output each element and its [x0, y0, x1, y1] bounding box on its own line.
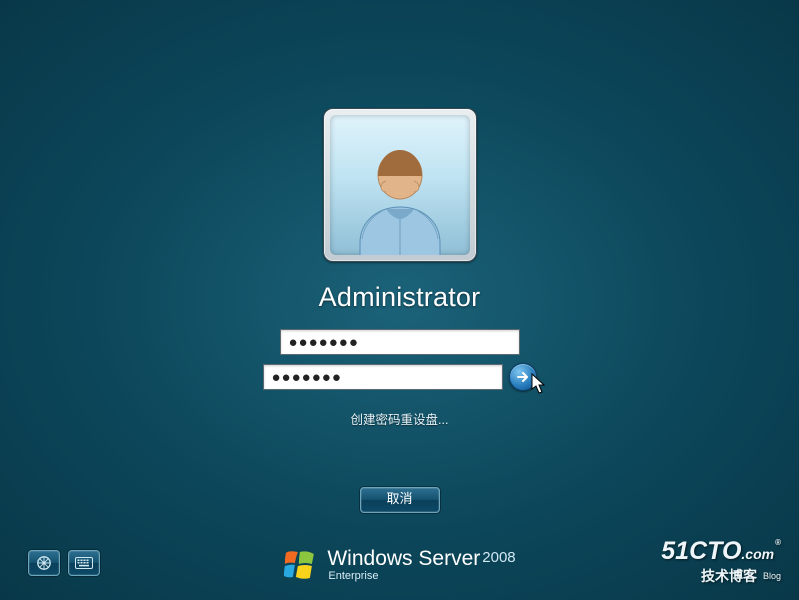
keyboard-icon [75, 557, 93, 569]
on-screen-keyboard-button[interactable] [68, 550, 100, 576]
brand-edition: Enterprise [328, 570, 515, 582]
watermark-site: 51CTO [661, 537, 741, 565]
watermark-registered: ® [775, 538, 781, 547]
submit-arrow-button[interactable] [509, 363, 537, 391]
password-reset-disk-link[interactable]: 创建密码重设盘... [351, 409, 449, 428]
password-field-1[interactable] [280, 329, 520, 355]
brand-windows: Windows [327, 547, 412, 570]
ease-of-access-button[interactable] [28, 550, 60, 576]
brand-year: 2008 [482, 549, 515, 566]
windows-branding: Windows Server2008 Enterprise [283, 548, 515, 582]
cancel-button[interactable]: 取消 [360, 487, 440, 513]
watermark: 51CTO.com® 技术博客 Blog [661, 539, 781, 586]
windows-logo-icon [283, 549, 315, 581]
accessibility-icon [36, 555, 52, 571]
arrow-right-icon [516, 370, 530, 384]
watermark-sub-cn: 技术博客 [701, 568, 757, 584]
watermark-sub-en: Blog [763, 571, 781, 581]
username-label: Administrator [319, 282, 481, 313]
brand-server: Server [418, 547, 480, 570]
person-icon [340, 135, 460, 255]
user-avatar [323, 108, 477, 262]
password-field-2[interactable] [263, 364, 503, 390]
watermark-dotcom: .com [741, 546, 774, 562]
